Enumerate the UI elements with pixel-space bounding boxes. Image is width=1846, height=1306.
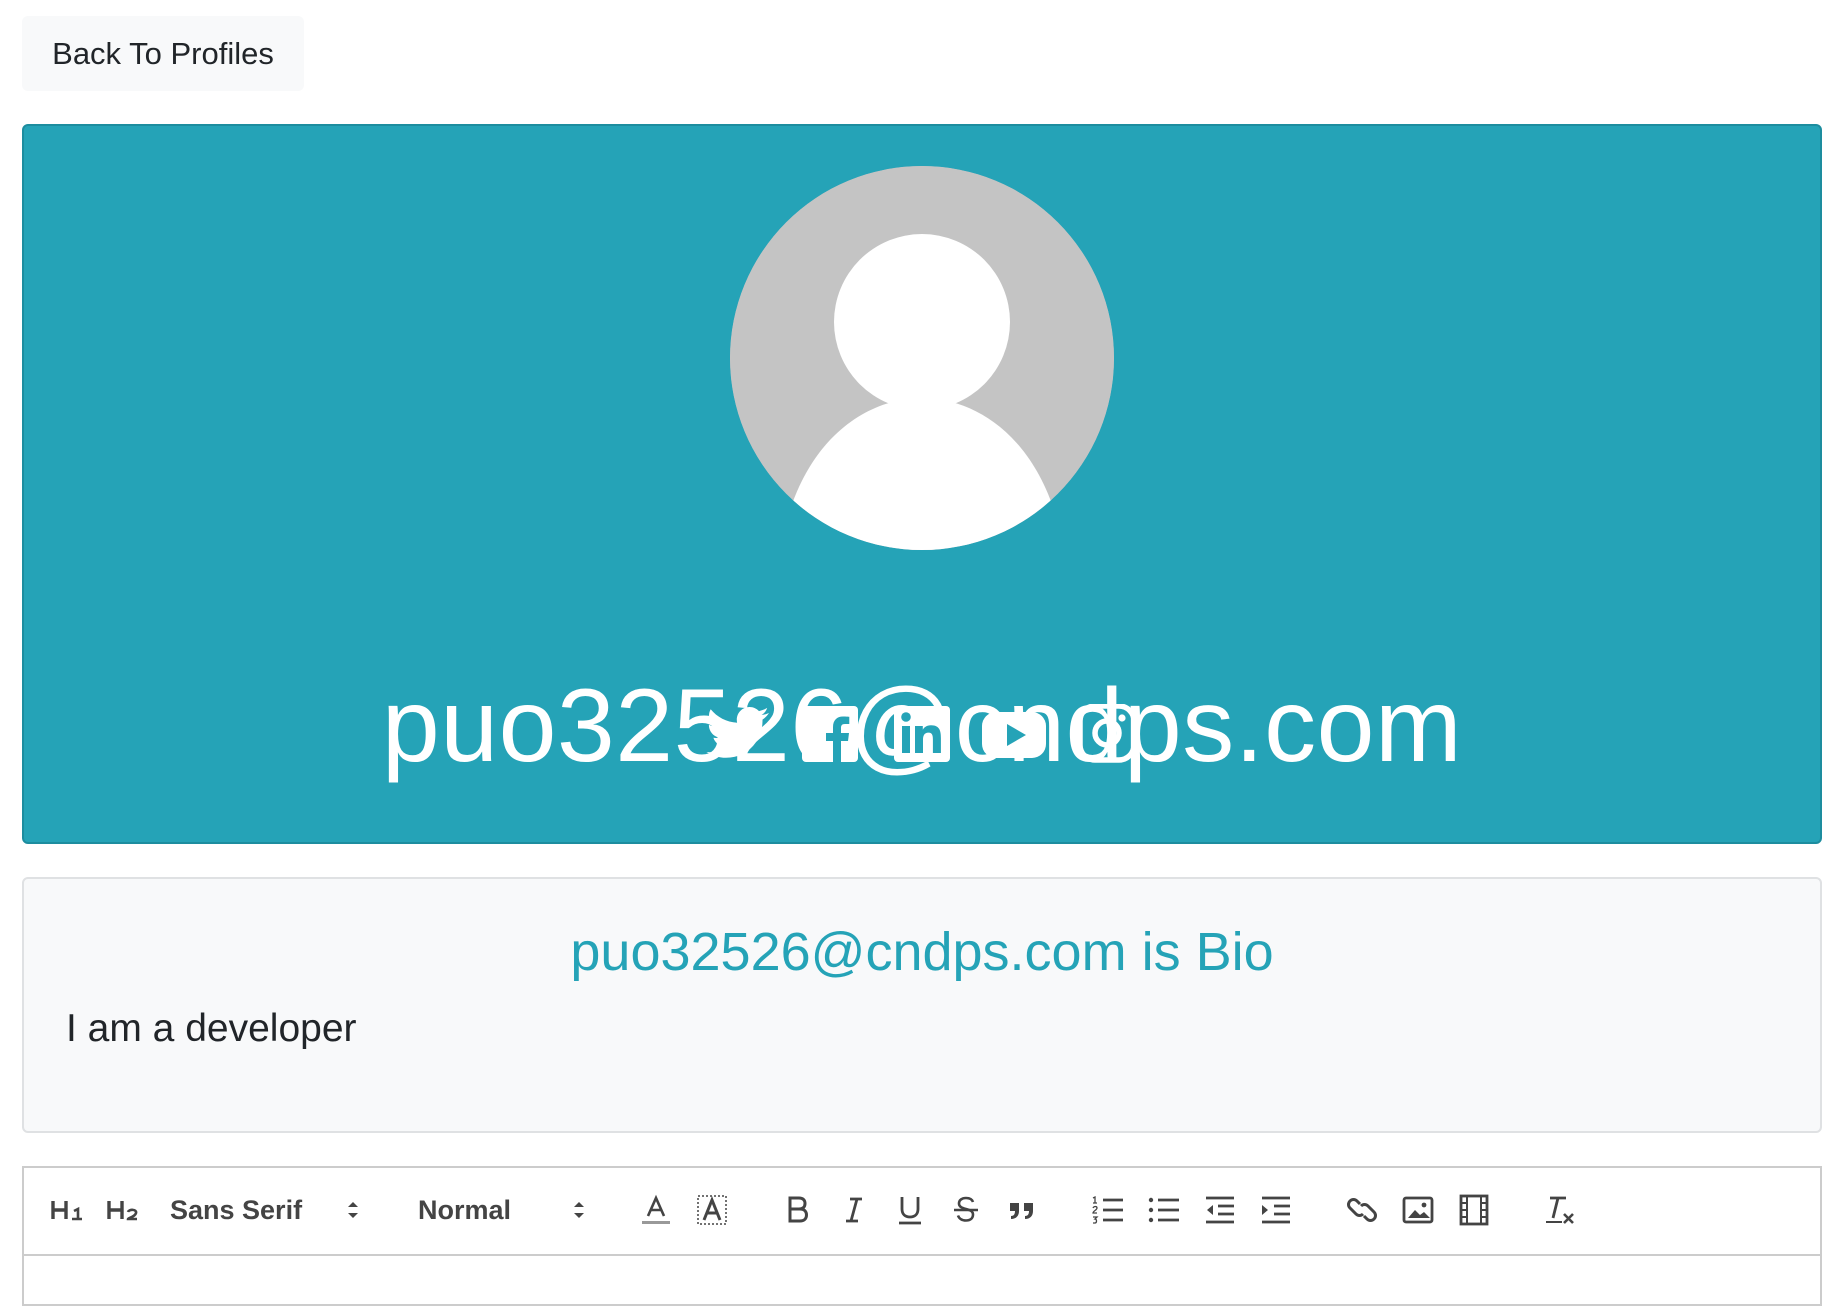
twitter-icon[interactable] — [705, 704, 771, 764]
default-user-icon — [730, 166, 1114, 550]
editor-toolbar: Sans Serif Normal — [24, 1168, 1820, 1256]
strikethrough-icon[interactable] — [948, 1188, 984, 1232]
ordered-list-icon[interactable] — [1090, 1188, 1126, 1232]
image-icon[interactable] — [1400, 1188, 1436, 1232]
bio-card: puo32526@cndps.com is Bio I am a develop… — [22, 877, 1822, 1133]
header-2-icon — [107, 1201, 138, 1221]
underline-icon[interactable] — [892, 1188, 928, 1232]
blockquote-icon[interactable] — [1004, 1188, 1040, 1232]
bold-icon[interactable] — [780, 1188, 816, 1232]
h1-button[interactable] — [50, 1188, 86, 1232]
italic-icon[interactable] — [836, 1188, 872, 1232]
profile-header: puo32526@cndps.com — [22, 124, 1822, 844]
bio-title: puo32526@cndps.com is Bio — [570, 922, 1274, 982]
youtube-icon[interactable] — [981, 704, 1047, 764]
facebook-icon[interactable] — [797, 704, 863, 764]
chevron-updown-icon — [574, 1202, 584, 1218]
chevron-updown-icon — [348, 1202, 358, 1218]
font-family-label: Sans Serif — [170, 1194, 303, 1225]
indent-icon[interactable] — [1258, 1188, 1294, 1232]
instagram-icon[interactable] — [1073, 704, 1139, 764]
link-icon[interactable] — [1344, 1188, 1380, 1232]
font-family-picker[interactable]: Sans Serif — [170, 1188, 370, 1232]
rich-text-editor: Sans Serif Normal — [22, 1166, 1822, 1306]
avatar — [730, 166, 1114, 550]
video-icon[interactable] — [1456, 1188, 1492, 1232]
clear-format-icon[interactable] — [1542, 1188, 1578, 1232]
font-size-label: Normal — [418, 1194, 512, 1225]
text-color-icon[interactable] — [638, 1188, 674, 1232]
background-color-icon[interactable] — [694, 1188, 730, 1232]
outdent-icon[interactable] — [1202, 1188, 1238, 1232]
bullet-list-icon[interactable] — [1146, 1188, 1182, 1232]
back-to-profiles-button[interactable]: Back To Profiles — [22, 16, 304, 91]
h2-button[interactable] — [106, 1188, 142, 1232]
bio-text: I am a developer — [66, 1007, 357, 1050]
linkedin-icon[interactable] — [889, 704, 955, 764]
font-size-picker[interactable]: Normal — [418, 1188, 618, 1232]
social-links — [24, 704, 1820, 764]
header-1-icon — [51, 1201, 82, 1221]
